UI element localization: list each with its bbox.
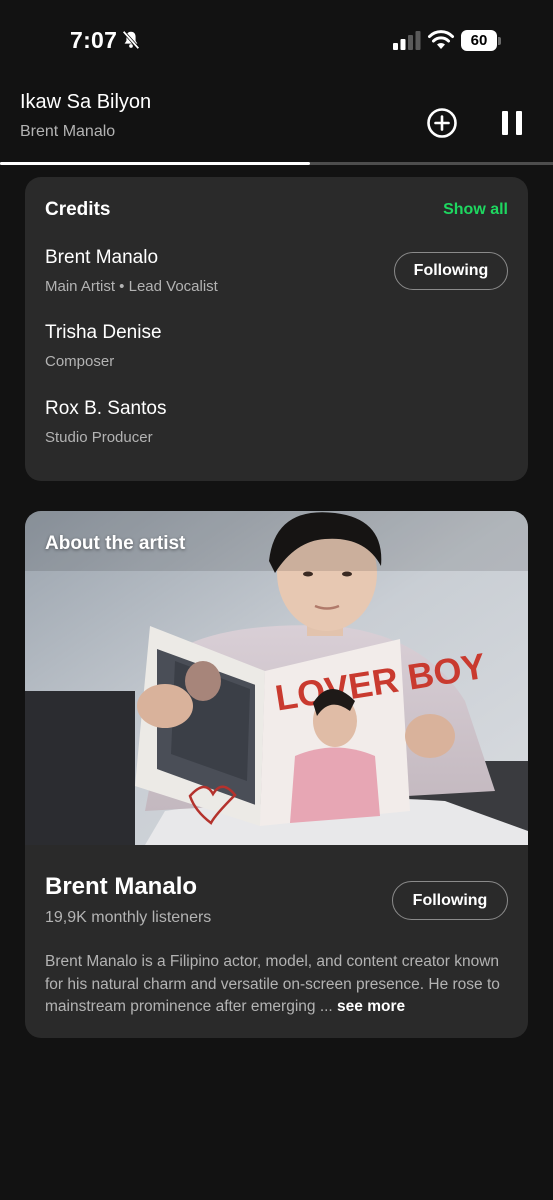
- add-circle-icon[interactable]: [426, 107, 458, 139]
- battery-tip: [498, 37, 501, 45]
- artist-name: Brent Manalo: [45, 873, 198, 900]
- credit-role: Studio Producer: [45, 429, 153, 446]
- artist-following-button[interactable]: Following: [392, 881, 508, 920]
- show-all-link[interactable]: Show all: [443, 201, 508, 219]
- about-artist-card[interactable]: LOVER BOY About the artist Brent Manalo …: [25, 511, 528, 1038]
- track-artist[interactable]: Brent Manalo: [20, 123, 115, 141]
- artist-photo: LOVER BOY: [25, 511, 528, 845]
- playback-progress-fill: [0, 162, 310, 165]
- credit-name: Rox B. Santos: [45, 398, 167, 419]
- about-artist-heading: About the artist: [45, 533, 186, 554]
- artist-bio: Brent Manalo is a Filipino actor, model,…: [45, 951, 510, 1019]
- signal-icon: [393, 31, 421, 50]
- credits-heading: Credits: [45, 199, 111, 220]
- bell-off-icon: [122, 30, 140, 50]
- battery-icon: 60: [461, 30, 497, 51]
- credit-role: Main Artist • Lead Vocalist: [45, 278, 218, 295]
- playback-progress-bar[interactable]: [0, 162, 553, 165]
- see-more-link[interactable]: see more: [337, 998, 405, 1015]
- track-title: Ikaw Sa Bilyon: [20, 91, 152, 113]
- credit-row-brent-manalo[interactable]: Brent Manalo Main Artist • Lead Vocalist…: [45, 247, 508, 307]
- artist-bio-text: Brent Manalo is a Filipino actor, model,…: [45, 953, 500, 1015]
- wifi-icon: [428, 30, 454, 49]
- now-playing-header[interactable]: Ikaw Sa Bilyon Brent Manalo: [0, 80, 553, 166]
- status-bar: 7:07 60: [0, 0, 553, 80]
- credits-card: Credits Show all Brent Manalo Main Artis…: [25, 177, 528, 481]
- pause-icon[interactable]: [500, 110, 524, 136]
- credit-row-trisha-denise[interactable]: Trisha Denise Composer: [45, 322, 508, 382]
- following-button[interactable]: Following: [394, 252, 508, 290]
- credit-name: Trisha Denise: [45, 322, 162, 343]
- status-time: 7:07: [70, 27, 118, 53]
- credit-row-rox-santos[interactable]: Rox B. Santos Studio Producer: [45, 398, 508, 458]
- monthly-listeners: 19,9K monthly listeners: [45, 909, 212, 926]
- credit-name: Brent Manalo: [45, 247, 159, 268]
- credit-role: Composer: [45, 353, 115, 370]
